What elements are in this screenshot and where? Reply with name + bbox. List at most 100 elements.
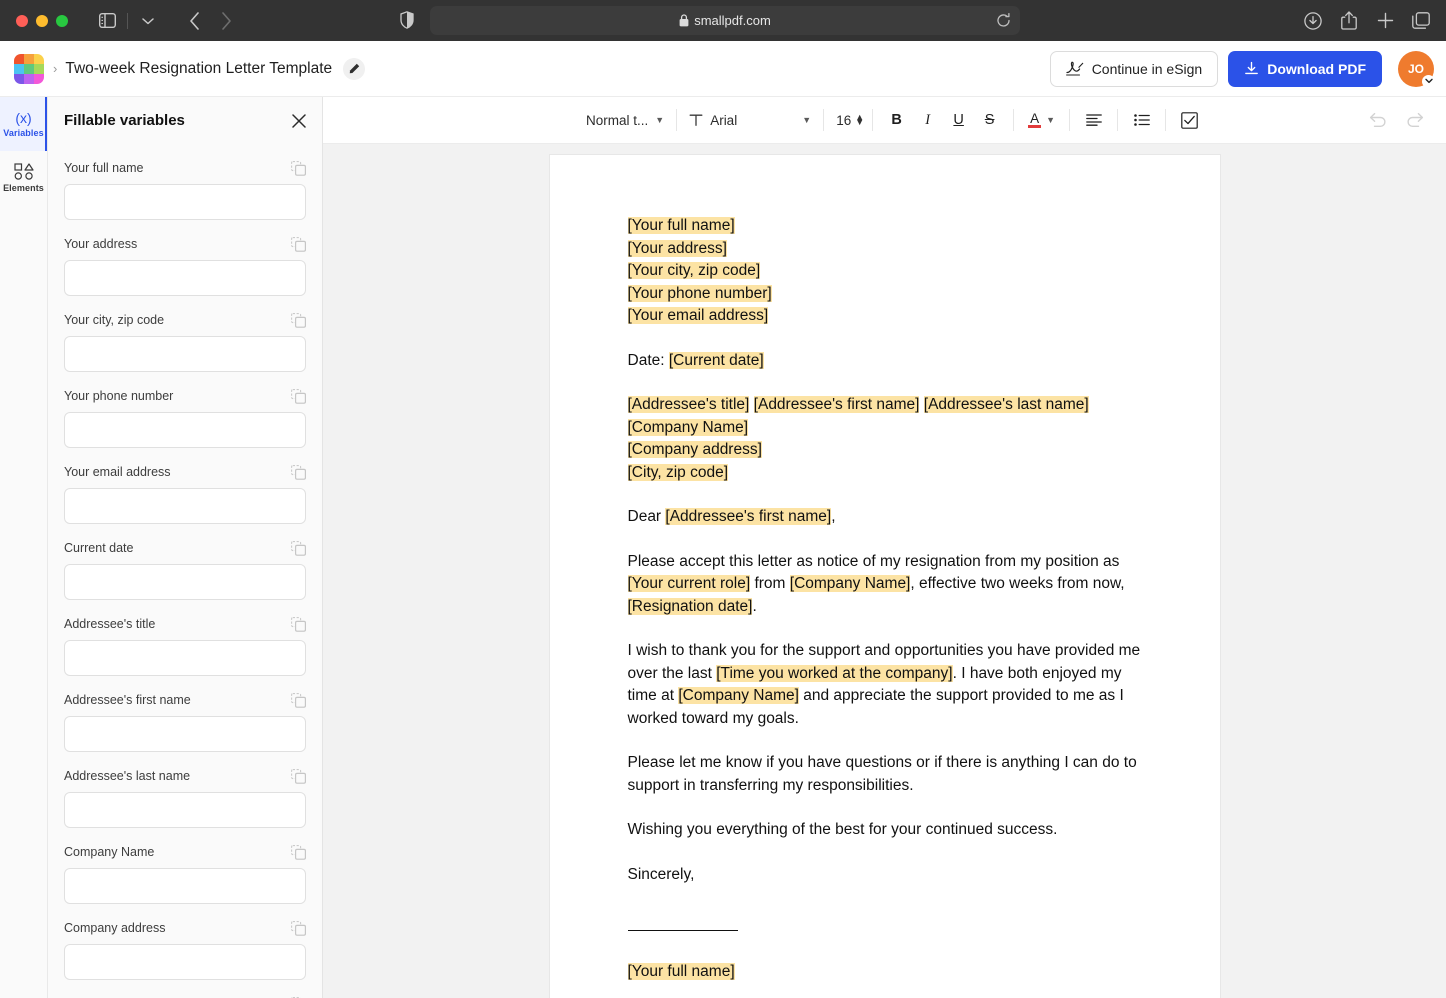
- document-line[interactable]: [Your email address]: [628, 305, 1142, 328]
- document-line[interactable]: [Your address]: [628, 238, 1142, 261]
- checkbox-icon[interactable]: [1174, 106, 1205, 135]
- close-icon[interactable]: [292, 114, 306, 128]
- variable-input[interactable]: [64, 260, 306, 296]
- strikethrough-button[interactable]: S: [974, 106, 1005, 135]
- document-line[interactable]: [Your phone number]: [628, 283, 1142, 306]
- sidebar-toggle-icon[interactable]: [92, 7, 122, 35]
- reload-icon[interactable]: [996, 13, 1011, 28]
- variable-placeholder[interactable]: [Company Name]: [790, 575, 911, 592]
- copy-icon[interactable]: [291, 465, 306, 480]
- document-line[interactable]: [Addressee's title] [Addressee's first n…: [628, 394, 1142, 417]
- copy-icon[interactable]: [291, 769, 306, 784]
- variable-placeholder[interactable]: [Your address]: [628, 240, 727, 257]
- variable-input[interactable]: [64, 640, 306, 676]
- font-size-spinner-icon[interactable]: ▲▼: [855, 115, 864, 125]
- minimize-window-button[interactable]: [36, 15, 48, 27]
- smallpdf-logo[interactable]: [14, 54, 44, 84]
- variable-placeholder[interactable]: [Company Name]: [628, 419, 749, 436]
- copy-icon[interactable]: [291, 313, 306, 328]
- copy-icon[interactable]: [291, 617, 306, 632]
- document-line[interactable]: [Company Name]: [628, 417, 1142, 440]
- document-paragraph[interactable]: Date: [Current date]: [628, 350, 1142, 373]
- variable-input[interactable]: [64, 792, 306, 828]
- document-line[interactable]: [Your city, zip code]: [628, 260, 1142, 283]
- document-paragraph[interactable]: Wishing you everything of the best for y…: [628, 819, 1142, 842]
- copy-icon[interactable]: [291, 237, 306, 252]
- sidebar-item-elements[interactable]: Elements: [0, 151, 47, 205]
- variable-placeholder[interactable]: [Addressee's first name]: [754, 396, 920, 413]
- document-paragraph[interactable]: [Your full name] [Your address] [Your city…: [628, 215, 1142, 328]
- document-body[interactable]: [Your full name] [Your address] [Your city…: [628, 215, 1142, 984]
- variable-placeholder[interactable]: [Current date]: [669, 352, 764, 369]
- shield-icon[interactable]: [400, 11, 414, 29]
- variable-input[interactable]: [64, 336, 306, 372]
- downloads-icon[interactable]: [1300, 7, 1326, 35]
- share-icon[interactable]: [1336, 7, 1362, 35]
- tabs-icon[interactable]: [1408, 7, 1434, 35]
- variable-placeholder[interactable]: [Your city, zip code]: [628, 262, 761, 279]
- font-family-select[interactable]: Arial ▼: [685, 106, 815, 134]
- variable-placeholder[interactable]: [Your full name]: [628, 963, 735, 980]
- document-canvas[interactable]: [Your full name] [Your address] [Your city…: [323, 144, 1446, 998]
- font-size-stepper[interactable]: 16 ▲▼: [832, 106, 864, 134]
- italic-button[interactable]: I: [912, 106, 943, 135]
- document-paragraph[interactable]: Please let me know if you have questions…: [628, 752, 1142, 797]
- document-paragraph[interactable]: Please accept this letter as notice of m…: [628, 551, 1142, 619]
- variables-list[interactable]: Your full nameYour addressYour city, zip…: [48, 144, 322, 998]
- document-paragraph[interactable]: [Addressee's title] [Addressee's first n…: [628, 394, 1142, 484]
- variable-input[interactable]: [64, 868, 306, 904]
- document-paragraph[interactable]: I wish to thank you for the support and …: [628, 640, 1142, 730]
- copy-icon[interactable]: [291, 845, 306, 860]
- variable-input[interactable]: [64, 184, 306, 220]
- forward-chevron-icon[interactable]: [211, 7, 241, 35]
- variable-placeholder[interactable]: [Addressee's last name]: [924, 396, 1089, 413]
- document-line[interactable]: [Your full name]: [628, 215, 1142, 238]
- avatar[interactable]: JO: [1398, 51, 1434, 87]
- variable-placeholder[interactable]: [Resignation date]: [628, 598, 753, 615]
- variable-placeholder[interactable]: [Time you worked at the company]: [716, 665, 952, 682]
- document-line[interactable]: [Company address]: [628, 439, 1142, 462]
- pencil-icon[interactable]: [343, 58, 365, 80]
- variable-input[interactable]: [64, 564, 306, 600]
- variable-placeholder[interactable]: [City, zip code]: [628, 464, 729, 481]
- copy-icon[interactable]: [291, 541, 306, 556]
- document-line[interactable]: Dear [Addressee's first name],: [628, 506, 1142, 529]
- document-page[interactable]: [Your full name] [Your address] [Your city…: [550, 155, 1220, 998]
- variable-placeholder[interactable]: [Company address]: [628, 441, 762, 458]
- variable-placeholder[interactable]: [Your phone number]: [628, 285, 772, 302]
- variable-placeholder[interactable]: [Your current role]: [628, 575, 751, 592]
- copy-icon[interactable]: [291, 161, 306, 176]
- bold-button[interactable]: B: [881, 106, 912, 135]
- bullet-list-icon[interactable]: [1126, 106, 1157, 135]
- document-line[interactable]: Date: [Current date]: [628, 350, 1142, 373]
- paragraph-style-select[interactable]: Normal t... ▼: [582, 106, 668, 134]
- chevron-down-icon[interactable]: [1422, 75, 1435, 88]
- copy-icon[interactable]: [291, 693, 306, 708]
- back-chevron-icon[interactable]: [179, 7, 209, 35]
- variable-placeholder[interactable]: [Your email address]: [628, 307, 769, 324]
- variable-input[interactable]: [64, 412, 306, 448]
- chevron-down-icon[interactable]: [133, 7, 163, 35]
- variable-placeholder[interactable]: [Addressee's first name]: [665, 508, 831, 525]
- undo-icon[interactable]: [1362, 106, 1393, 135]
- variable-placeholder[interactable]: [Addressee's title]: [628, 396, 750, 413]
- document-line[interactable]: [City, zip code]: [628, 462, 1142, 485]
- variable-placeholder[interactable]: [Your full name]: [628, 217, 735, 234]
- document-paragraph[interactable]: Dear [Addressee's first name],: [628, 506, 1142, 529]
- text-color-button[interactable]: A ▼: [1022, 106, 1061, 135]
- underline-button[interactable]: U: [943, 106, 974, 135]
- variable-input[interactable]: [64, 716, 306, 752]
- copy-icon[interactable]: [291, 921, 306, 936]
- variable-input[interactable]: [64, 944, 306, 980]
- variable-input[interactable]: [64, 488, 306, 524]
- maximize-window-button[interactable]: [56, 15, 68, 27]
- document-paragraph[interactable]: Sincerely,: [628, 864, 1142, 887]
- close-window-button[interactable]: [16, 15, 28, 27]
- address-bar[interactable]: smallpdf.com: [430, 6, 1020, 35]
- align-left-icon[interactable]: [1078, 106, 1109, 135]
- variable-placeholder[interactable]: [Company Name]: [678, 687, 799, 704]
- download-pdf-button[interactable]: Download PDF: [1228, 51, 1382, 87]
- continue-in-esign-button[interactable]: Continue in eSign: [1050, 51, 1219, 87]
- copy-icon[interactable]: [291, 389, 306, 404]
- redo-icon[interactable]: [1399, 106, 1430, 135]
